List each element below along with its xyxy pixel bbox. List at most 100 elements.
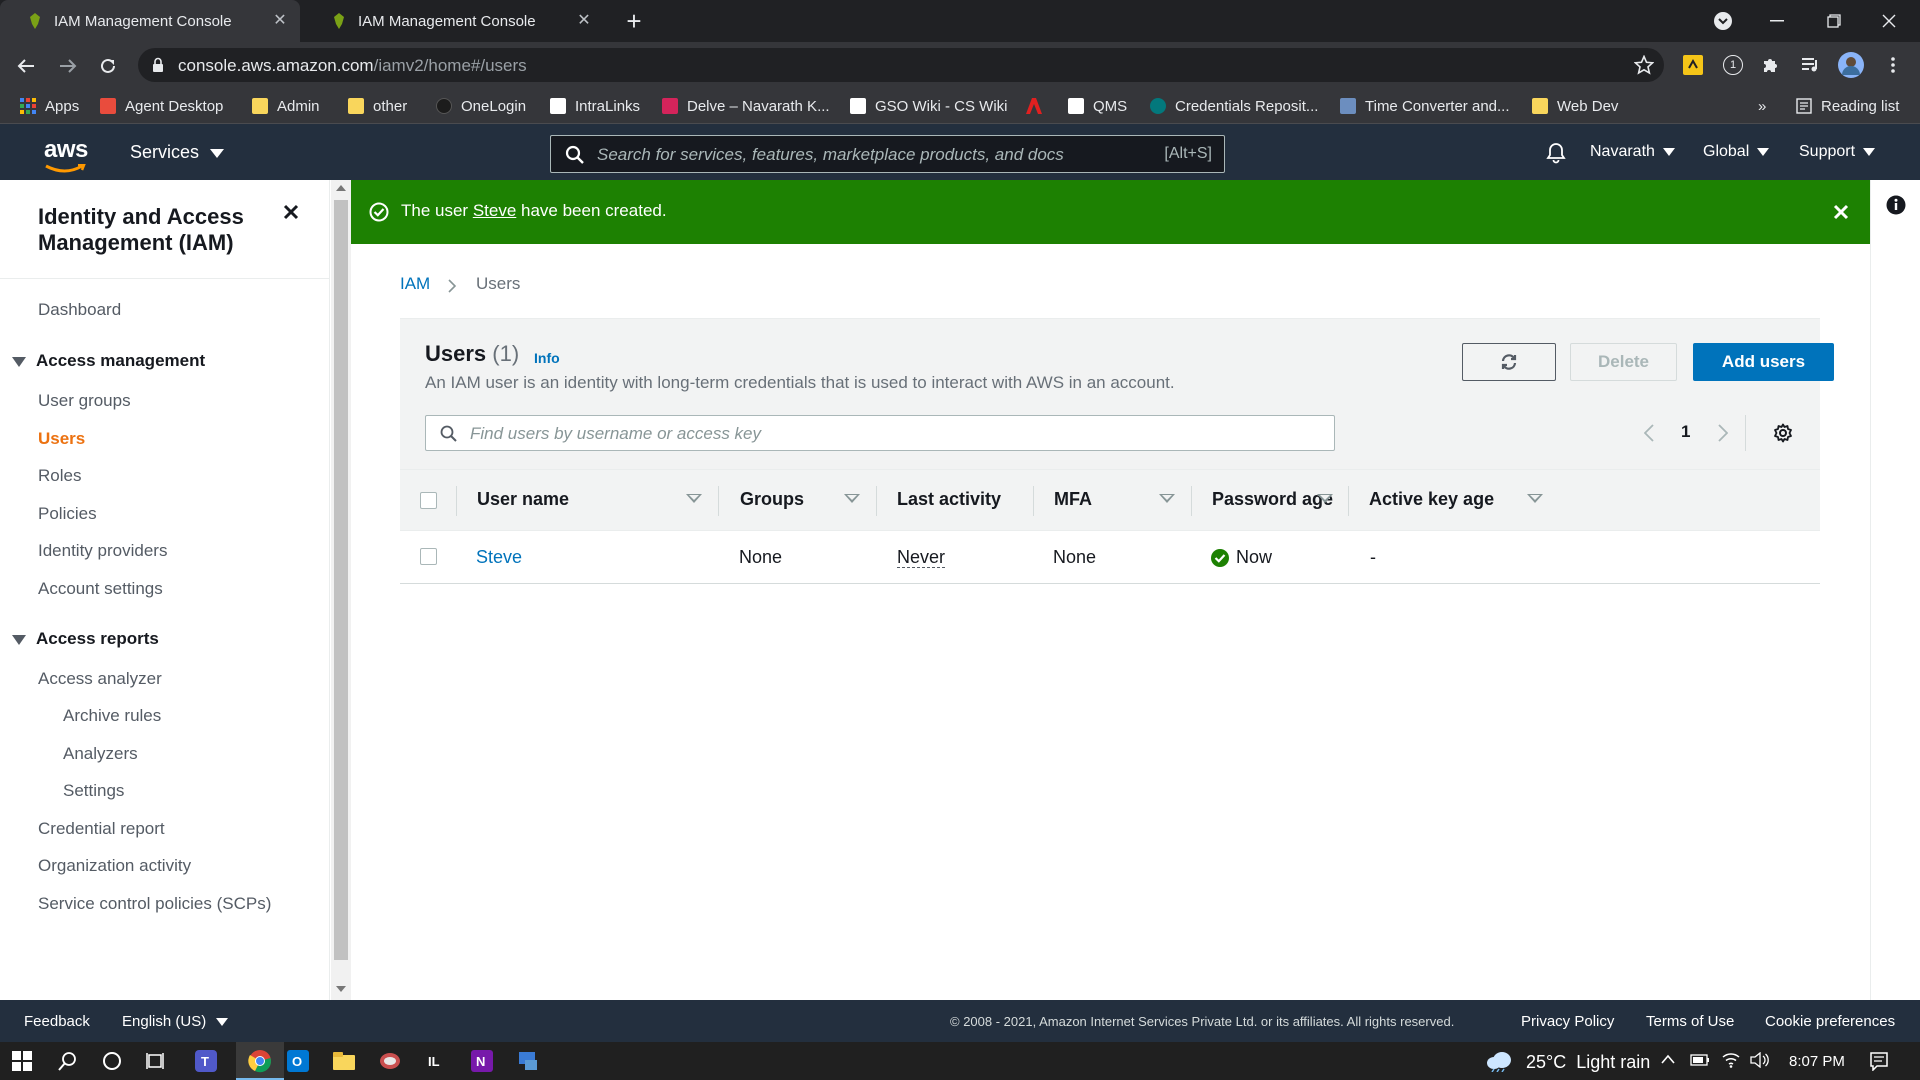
puzzle-icon[interactable]	[1756, 50, 1786, 80]
bookmark-web-dev[interactable]: Web Dev	[1532, 96, 1618, 116]
column-active-key-age[interactable]: Active key age	[1369, 489, 1494, 510]
bookmark-star-icon[interactable]	[1634, 55, 1654, 75]
remote-desktop-icon[interactable]	[516, 1049, 540, 1073]
privacy-policy-link[interactable]: Privacy Policy	[1521, 1013, 1614, 1030]
address-bar[interactable]: console.aws.amazon.com/iamv2/home#/users	[138, 48, 1664, 82]
tab-close-icon[interactable]: ✕	[574, 11, 594, 31]
sidebar-item-roles[interactable]: Roles	[38, 466, 81, 486]
snipping-tool-icon[interactable]	[378, 1049, 402, 1073]
bookmark-intralinks[interactable]: IntraLinks	[550, 96, 640, 116]
notification-center-icon[interactable]	[1869, 1051, 1889, 1071]
search-icon[interactable]	[56, 1049, 80, 1073]
outlook-icon[interactable]: O	[286, 1049, 310, 1073]
delete-button[interactable]: Delete	[1570, 343, 1677, 381]
extension-badge-icon[interactable]: 1	[1718, 50, 1748, 80]
bookmark-adobe[interactable]	[1026, 96, 1051, 116]
wifi-icon[interactable]	[1722, 1052, 1740, 1068]
settings-gear-icon[interactable]	[1773, 423, 1793, 443]
browser-tab-active[interactable]: IAM Management Console ✕	[0, 0, 300, 42]
weather-text[interactable]: 25°C Light rain	[1526, 1052, 1650, 1073]
account-menu[interactable]: Navarath	[1590, 143, 1675, 161]
tab-search-icon[interactable]	[1700, 0, 1746, 42]
sidebar-item-scps[interactable]: Service control policies (SCPs)	[38, 894, 271, 914]
onenote-icon[interactable]: N	[470, 1049, 494, 1073]
intralinks-taskbar-icon[interactable]: IL	[424, 1049, 448, 1073]
cell-last-activity[interactable]: Never	[897, 547, 946, 568]
browser-tab[interactable]: IAM Management Console ✕	[304, 0, 604, 42]
notifications-bell-icon[interactable]	[1545, 142, 1567, 164]
bookmark-delve[interactable]: Delve – Navarath K...	[662, 96, 830, 116]
sort-caret-icon[interactable]	[1527, 494, 1543, 503]
sidebar-item-account-settings[interactable]: Account settings	[38, 579, 163, 599]
teams-icon[interactable]: T	[194, 1049, 218, 1073]
restore-icon[interactable]	[1811, 0, 1857, 42]
sidebar-section-access-reports[interactable]: Access reports	[12, 629, 159, 649]
new-tab-button[interactable]: +	[620, 8, 648, 36]
cortana-icon[interactable]	[100, 1049, 124, 1073]
weather-cloud-icon[interactable]	[1486, 1050, 1514, 1072]
prev-page-icon[interactable]	[1644, 424, 1654, 442]
volume-icon[interactable]	[1750, 1052, 1770, 1068]
sort-caret-icon[interactable]	[1317, 494, 1333, 503]
sidebar-item-archive-rules[interactable]: Archive rules	[63, 706, 161, 726]
bookmark-other[interactable]: other	[348, 96, 407, 116]
task-view-icon[interactable]	[144, 1049, 168, 1073]
clock-time[interactable]: 8:07 PM	[1789, 1053, 1845, 1070]
add-users-button[interactable]: Add users	[1693, 343, 1834, 381]
windows-start-icon[interactable]	[10, 1049, 34, 1073]
profile-avatar[interactable]	[1836, 50, 1866, 80]
sort-caret-icon[interactable]	[686, 494, 702, 503]
minimize-icon[interactable]	[1754, 0, 1800, 42]
dismiss-flash-icon[interactable]	[1833, 204, 1849, 220]
feedback-link[interactable]: Feedback	[24, 1013, 90, 1030]
column-mfa[interactable]: MFA	[1054, 489, 1092, 510]
sidebar-item-access-analyzer[interactable]: Access analyzer	[38, 669, 162, 689]
refresh-button[interactable]	[1462, 343, 1556, 381]
flash-user-link[interactable]: Steve	[473, 201, 516, 220]
aws-logo[interactable]: aws	[44, 136, 88, 173]
sidebar-item-credential-report[interactable]: Credential report	[38, 819, 165, 839]
info-icon[interactable]	[1886, 195, 1906, 215]
kebab-menu-icon[interactable]	[1878, 50, 1908, 80]
scrollbar-thumb[interactable]	[334, 200, 348, 960]
more-bookmarks-button[interactable]: »	[1758, 96, 1766, 116]
close-icon[interactable]	[283, 204, 299, 220]
scroll-up-icon[interactable]	[336, 185, 346, 191]
sidebar-item-user-groups[interactable]: User groups	[38, 391, 131, 411]
sidebar-item-users[interactable]: Users	[38, 429, 85, 449]
bookmark-time-converter[interactable]: Time Converter and...	[1340, 96, 1510, 116]
sidebar-scrollbar[interactable]	[331, 180, 351, 1000]
sidebar-item-dashboard[interactable]: Dashboard	[38, 300, 121, 320]
bookmark-qms[interactable]: QMS	[1068, 96, 1127, 116]
support-menu[interactable]: Support	[1799, 143, 1876, 161]
sidebar-section-access-management[interactable]: Access management	[12, 351, 205, 371]
sidebar-item-organization-activity[interactable]: Organization activity	[38, 856, 191, 876]
bookmark-credentials[interactable]: Credentials Reposit...	[1150, 96, 1318, 116]
close-window-icon[interactable]	[1866, 0, 1912, 42]
aws-search-input[interactable]: Search for services, features, marketpla…	[550, 135, 1225, 173]
column-groups[interactable]: Groups	[740, 489, 804, 510]
forward-icon[interactable]	[52, 50, 84, 82]
bookmark-admin[interactable]: Admin	[252, 96, 320, 116]
terms-of-use-link[interactable]: Terms of Use	[1646, 1013, 1734, 1030]
region-menu[interactable]: Global	[1703, 143, 1770, 161]
sidebar-item-identity-providers[interactable]: Identity providers	[38, 541, 167, 561]
current-page[interactable]: 1	[1681, 422, 1690, 442]
breadcrumb-iam[interactable]: IAM	[400, 274, 430, 294]
chevron-up-icon[interactable]	[1661, 1054, 1675, 1064]
reload-icon[interactable]	[92, 50, 124, 82]
cookie-preferences-link[interactable]: Cookie preferences	[1765, 1013, 1895, 1030]
row-select-checkbox[interactable]	[420, 548, 437, 565]
select-all-checkbox[interactable]	[420, 492, 437, 509]
chrome-taskbar-item[interactable]	[236, 1042, 284, 1080]
file-explorer-icon[interactable]	[332, 1049, 356, 1073]
bookmark-agent-desktop[interactable]: Agent Desktop	[100, 96, 223, 116]
back-icon[interactable]	[10, 50, 42, 82]
column-user-name[interactable]: User name	[477, 489, 569, 510]
tab-close-icon[interactable]: ✕	[270, 11, 290, 31]
sort-caret-icon[interactable]	[844, 494, 860, 503]
battery-icon[interactable]	[1690, 1054, 1710, 1066]
user-name-link[interactable]: Steve	[476, 547, 522, 568]
reading-list-button[interactable]: Reading list	[1796, 96, 1899, 116]
media-queue-icon[interactable]	[1796, 50, 1826, 80]
